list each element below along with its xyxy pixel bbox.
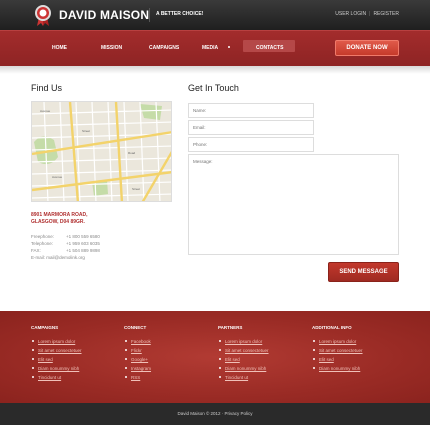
nav-item-campaigns[interactable]: CAMPAIGNS [149,45,179,51]
svg-text:Street: Street [132,187,140,191]
message-textarea[interactable] [188,154,399,255]
donate-now-button[interactable]: DONATE NOW [335,40,399,56]
svg-text:Road: Road [128,151,136,155]
footer-link[interactable]: Sit amet consectetuer [218,346,269,355]
nav-item-mission[interactable]: MISSION [101,45,122,51]
footer-link[interactable]: Tincidunt ut [218,373,269,382]
contact-row-email: E-mail: mail@demolink.org [31,254,100,261]
nav-item-contacts[interactable]: CONTACTS [256,45,283,51]
facebook-link[interactable]: Facebook [124,337,151,346]
footer-link[interactable]: Diam nonummy nibh [218,364,269,373]
phone-input[interactable] [188,137,314,152]
email-label: E-mail: [31,255,46,260]
brand-divider [149,8,150,22]
footer-link[interactable]: Elit sed [31,355,82,364]
footer-link[interactable]: Elit sed [312,355,363,364]
logo-badge-icon[interactable] [33,4,53,26]
top-links: USER LOGIN | REGISTER [335,11,399,17]
tagline: A BETTER CHOICE! [156,11,204,17]
copyright-text: David Maison © 2012 · Privacy Policy [177,411,253,416]
address-block: 8901 MARMORA ROAD, GLASGOW, D04 89GR. [31,212,88,226]
telephone-label: Telephone: [31,241,54,246]
flickr-link[interactable]: Flickr [124,346,151,355]
top-bar: DAVID MAISON A BETTER CHOICE! USER LOGIN… [0,0,430,30]
footer-column-campaigns: CAMPAIGNS Lorem ipsum dolor Sit amet con… [31,325,82,382]
footer-link[interactable]: Diam nonummy nibh [312,364,363,373]
fax-value: +1 504 889 9898 [66,248,100,253]
location-map[interactable]: Avenue Street Road Avenue Street [31,101,172,202]
email-input[interactable] [188,120,314,135]
nav-item-home[interactable]: HOME [52,45,67,51]
footer-link[interactable]: Lorem ipsum dolor [31,337,82,346]
send-message-button[interactable]: SEND MESSAGE [328,262,399,282]
footer-link[interactable]: Lorem ipsum dolor [312,337,363,346]
footer-column-title: CONNECT [124,325,147,330]
footer-link[interactable]: Sit amet consectetuer [312,346,363,355]
freephone-value: +1 800 559 6580 [66,234,100,239]
footer-link[interactable]: Elit sed [218,355,269,364]
footer-link[interactable]: Diam nonummy nibh [31,364,82,373]
footer-column-title: ADDITIONAL INFO [312,325,352,330]
telephone-value: +1 959 603 6035 [66,241,100,246]
contact-row-freephone: Freephone: +1 800 559 6580 [31,233,100,240]
footer-link[interactable]: Sit amet consectetuer [31,346,82,355]
footer-column-title: CAMPAIGNS [31,325,59,330]
svg-text:Avenue: Avenue [52,175,62,179]
brand-name[interactable]: DAVID MAISON [59,8,149,22]
user-login-link[interactable]: USER LOGIN [335,11,366,17]
freephone-label: Freephone: [31,234,55,239]
map-image-icon: Avenue Street Road Avenue Street [32,102,171,201]
rss-link[interactable]: RSS [124,373,151,382]
contact-details: Freephone: +1 800 559 6580 Telephone: +1 9… [31,233,100,261]
footer-link[interactable]: Lorem ipsum dolor [218,337,269,346]
google-plus-link[interactable]: Google+ [124,355,151,364]
contact-row-telephone: Telephone: +1 959 603 6035 [31,240,100,247]
contact-row-fax: FAX: +1 504 889 9898 [31,247,100,254]
svg-text:Avenue: Avenue [40,109,50,113]
footer-column-title: PARTNERS [218,325,243,330]
footer-column-additional-info: ADDITIONAL INFO Lorem ipsum dolor Sit am… [312,325,363,373]
footer-column-partners: PARTNERS Lorem ipsum dolor Sit amet cons… [218,325,269,382]
address-line-2: GLASGOW, D04 89GR. [31,219,85,225]
find-us-heading: Find Us [31,83,63,93]
fax-label: FAX: [31,248,41,253]
instagram-link[interactable]: Instagram [124,364,151,373]
email-link[interactable]: mail@demolink.org [46,255,85,260]
link-separator: | [369,11,371,17]
get-in-touch-heading: Get In Touch [188,83,239,93]
media-dropdown-indicator-icon [228,46,230,48]
footer-column-connect: CONNECT Facebook Flickr Google+ Instagra… [124,325,151,382]
main-nav: HOME MISSION CAMPAIGNS MEDIA CONTACTS DO… [0,30,430,66]
footer: CAMPAIGNS Lorem ipsum dolor Sit amet con… [0,311,430,403]
svg-text:Street: Street [82,129,90,133]
nav-item-media[interactable]: MEDIA [202,45,218,51]
address-line-1: 8901 MARMORA ROAD, [31,212,88,218]
register-link[interactable]: REGISTER [373,11,399,17]
name-input[interactable] [188,103,314,118]
footer-link[interactable]: Tincidunt ut [31,373,82,382]
bottom-bar: David Maison © 2012 · Privacy Policy [0,403,430,425]
nav-shadow [0,66,430,74]
